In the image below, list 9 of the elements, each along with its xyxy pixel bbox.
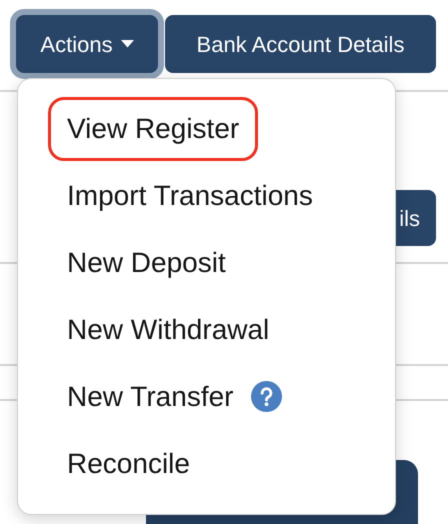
menu-item[interactable]: New Deposit <box>48 230 245 294</box>
menu-item[interactable]: View Register <box>48 96 258 160</box>
caret-icon <box>120 40 134 48</box>
bank-account-details-button[interactable]: Bank Account Details <box>165 15 436 73</box>
menu-item[interactable]: Reconcile <box>48 432 209 496</box>
actions-button[interactable]: Actions <box>16 15 158 73</box>
menu-item[interactable]: Import Transactions <box>48 164 332 228</box>
menu-item[interactable]: New Withdrawal <box>48 298 288 362</box>
menu-item[interactable]: New Transfer <box>48 364 252 428</box>
